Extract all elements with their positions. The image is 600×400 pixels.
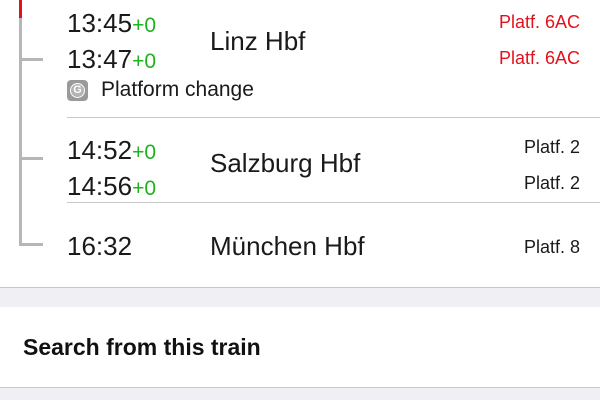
- train-stops-screen: 13:45+0 13:47+0 Linz Hbf Platf. 6AC Plat…: [0, 0, 600, 400]
- stop-divider: [67, 117, 600, 118]
- arrival-delay: +0: [132, 141, 157, 164]
- search-from-train-label: Search from this train: [23, 334, 261, 360]
- g-info-icon: G: [67, 79, 88, 101]
- arrival-time: 14:52: [67, 135, 133, 165]
- departure-time-salzburg: 14:56+0: [67, 171, 156, 204]
- arrival-time: 13:45: [67, 8, 133, 38]
- station-name-linz: Linz Hbf: [210, 26, 306, 56]
- arrival-time-linz: 13:45+0: [67, 8, 156, 41]
- departure-delay: +0: [132, 177, 157, 200]
- platform-change-notice: G Platform change: [67, 78, 254, 102]
- departure-time: 13:47: [67, 44, 133, 74]
- stop-divider: [67, 202, 600, 203]
- station-name-salzburg: Salzburg Hbf: [210, 148, 361, 178]
- arrival-platform-salzburg: Platf. 2: [523, 137, 580, 157]
- departure-platform-linz: Platf. 6AC: [498, 48, 580, 68]
- section-separator-bottom: [0, 387, 600, 400]
- route-stop-marker-munich: [19, 243, 43, 246]
- route-stop-marker-linz: [19, 58, 43, 61]
- notice-text: Platform change: [101, 78, 254, 101]
- departure-platform-salzburg: Platf. 2: [523, 173, 580, 193]
- arrival-time-munich: 16:32: [67, 231, 132, 261]
- section-separator: [0, 287, 600, 308]
- departure-time-linz: 13:47+0: [67, 44, 156, 77]
- arrival-platform-munich: Platf. 8: [523, 237, 580, 257]
- arrival-platform-linz: Platf. 6AC: [498, 12, 580, 32]
- search-from-train-button[interactable]: Search from this train: [0, 307, 600, 387]
- departure-delay: +0: [132, 50, 157, 73]
- route-line-current-segment: [19, 0, 22, 18]
- station-name-munich: München Hbf: [210, 231, 365, 261]
- arrival-delay: +0: [132, 14, 157, 37]
- arrival-time: 16:32: [67, 231, 133, 261]
- arrival-time-salzburg: 14:52+0: [67, 135, 156, 168]
- route-stop-marker-salzburg: [19, 157, 43, 160]
- departure-time: 14:56: [67, 171, 133, 201]
- route-line: [19, 18, 22, 245]
